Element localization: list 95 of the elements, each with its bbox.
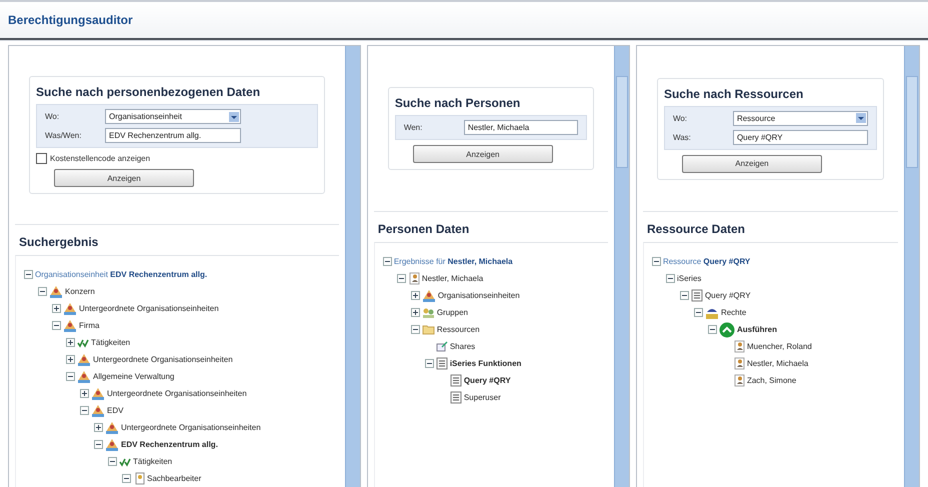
- checkmarks-icon: [77, 338, 89, 348]
- collapse-icon[interactable]: [52, 321, 61, 330]
- input-field[interactable]: Query #QRY: [732, 130, 868, 144]
- collapse-icon[interactable]: [382, 257, 392, 266]
- field-label: Was:: [672, 132, 692, 142]
- person-icon: [732, 357, 745, 370]
- scrollbar-thumb[interactable]: [906, 76, 918, 168]
- dropdown[interactable]: Ressource: [732, 110, 868, 126]
- collapse-icon[interactable]: [94, 440, 103, 449]
- expand-icon[interactable]: [410, 291, 420, 300]
- tree-item[interactable]: Rechte: [720, 308, 746, 317]
- section-title: Suchergebnis: [18, 234, 100, 251]
- checkmarks-icon: [119, 456, 131, 466]
- tree-item[interactable]: EDV Rechenzentrum allg.: [121, 440, 218, 449]
- tree-item[interactable]: Sachbearbeiter: [147, 474, 202, 483]
- tree-item[interactable]: Nestler, Michaela: [422, 274, 484, 283]
- collapse-icon[interactable]: [694, 308, 703, 317]
- tree-item[interactable]: Shares: [450, 342, 476, 351]
- tree-item[interactable]: Muencher, Roland: [746, 342, 812, 351]
- show-button[interactable]: Anzeigen: [54, 169, 194, 187]
- dropdown[interactable]: Organisationseinheit: [105, 109, 241, 124]
- tree-item[interactable]: Untergeordnete Organisationseinheiten: [79, 304, 219, 313]
- input-field[interactable]: EDV Rechenzentrum allg.: [105, 128, 241, 143]
- tree-item[interactable]: Ressource Query #QRY: [662, 257, 750, 266]
- expand-icon[interactable]: [66, 338, 75, 347]
- checkbox-label: Kostenstellencode anzeigen: [50, 154, 150, 163]
- field-label: Wo:: [45, 112, 60, 121]
- list-icon: [450, 374, 462, 387]
- expand-icon[interactable]: [52, 304, 61, 313]
- collapse-icon[interactable]: [652, 257, 661, 266]
- group-icon: [422, 306, 435, 318]
- window-title: Berechtigungsauditor: [8, 13, 133, 27]
- tree-item[interactable]: Ergebnisse für Nestler, Michaela: [394, 257, 513, 266]
- expand-icon[interactable]: [410, 308, 420, 317]
- collapse-icon[interactable]: [66, 372, 75, 381]
- tree-item[interactable]: Nestler, Michaela: [746, 359, 808, 368]
- form-title: Suche nach Personen: [394, 96, 522, 110]
- person-icon: [732, 374, 745, 387]
- collapse-icon[interactable]: [424, 359, 434, 368]
- tree-item[interactable]: Untergeordnete Organisationseinheiten: [121, 423, 261, 432]
- tree-item[interactable]: Query #QRY: [464, 376, 511, 385]
- person-icon: [408, 272, 420, 285]
- list-icon: [436, 357, 448, 370]
- collapse-icon[interactable]: [410, 325, 420, 334]
- collapse-icon[interactable]: [666, 274, 675, 283]
- tree-item[interactable]: iSeries Funktionen: [450, 359, 522, 368]
- tree-item[interactable]: Organisationseinheit EDV Rechenzentrum allg.: [35, 270, 208, 279]
- scrollbar[interactable]: [904, 46, 919, 487]
- section-title: Personen Daten: [376, 221, 470, 238]
- field-label: Wen:: [404, 123, 424, 132]
- person-icon: [732, 340, 745, 353]
- expand-icon[interactable]: [66, 355, 75, 364]
- form-title: Suche nach Ressourcen: [664, 86, 804, 100]
- tree-item[interactable]: Superuser: [464, 393, 501, 402]
- tree-item[interactable]: Ressourcen: [436, 325, 480, 334]
- tree-item[interactable]: Allgemeine Verwaltung: [93, 372, 174, 381]
- collapse-icon[interactable]: [38, 287, 47, 296]
- tree-item[interactable]: Organisationseinheiten: [438, 291, 520, 300]
- scrollbar-thumb[interactable]: [616, 76, 628, 168]
- tree-item[interactable]: EDV: [107, 406, 124, 415]
- field-label: Wo:: [672, 114, 688, 122]
- tree-item[interactable]: Firma: [79, 321, 100, 330]
- show-button[interactable]: Anzeigen: [682, 154, 822, 172]
- checkbox[interactable]: [36, 153, 47, 164]
- form-title: Suche nach personenbezogenen Daten: [36, 85, 262, 99]
- tree-item[interactable]: Gruppen: [436, 308, 468, 317]
- collapse-icon[interactable]: [708, 325, 717, 334]
- collapse-icon[interactable]: [80, 406, 89, 415]
- tree-item[interactable]: iSeries: [676, 274, 702, 283]
- tree-item[interactable]: Ausführen: [736, 325, 777, 334]
- tree-item[interactable]: Untergeordnete Organisationseinheiten: [107, 389, 247, 398]
- input-field[interactable]: Nestler, Michaela: [464, 120, 578, 135]
- tree-item[interactable]: Zach, Simone: [746, 376, 796, 385]
- folder-icon: [422, 324, 435, 335]
- share-icon: [436, 341, 448, 352]
- tree-item[interactable]: Tätigkeiten: [133, 457, 172, 466]
- scrollbar[interactable]: [344, 46, 360, 487]
- collapse-icon[interactable]: [108, 457, 117, 466]
- expand-icon[interactable]: [80, 389, 89, 398]
- tree-item[interactable]: Tätigkeiten: [91, 338, 130, 347]
- show-button[interactable]: Anzeigen: [412, 145, 553, 163]
- collapse-icon[interactable]: [680, 291, 689, 300]
- collapse-icon[interactable]: [24, 270, 33, 279]
- list-icon: [450, 391, 462, 404]
- collapse-icon[interactable]: [122, 474, 131, 483]
- arrow-circle-icon: [718, 322, 735, 338]
- field-label: Was/Wen:: [45, 131, 82, 140]
- list-icon: [690, 289, 703, 302]
- collapse-icon[interactable]: [396, 274, 406, 283]
- expand-icon[interactable]: [94, 423, 103, 432]
- tree-item[interactable]: Query #QRY: [704, 291, 751, 300]
- tree-item[interactable]: Konzern: [65, 287, 95, 296]
- scrollbar[interactable]: [614, 46, 629, 487]
- section-title: Ressource Daten: [646, 221, 746, 238]
- tree-item[interactable]: Untergeordnete Organisationseinheiten: [93, 355, 233, 364]
